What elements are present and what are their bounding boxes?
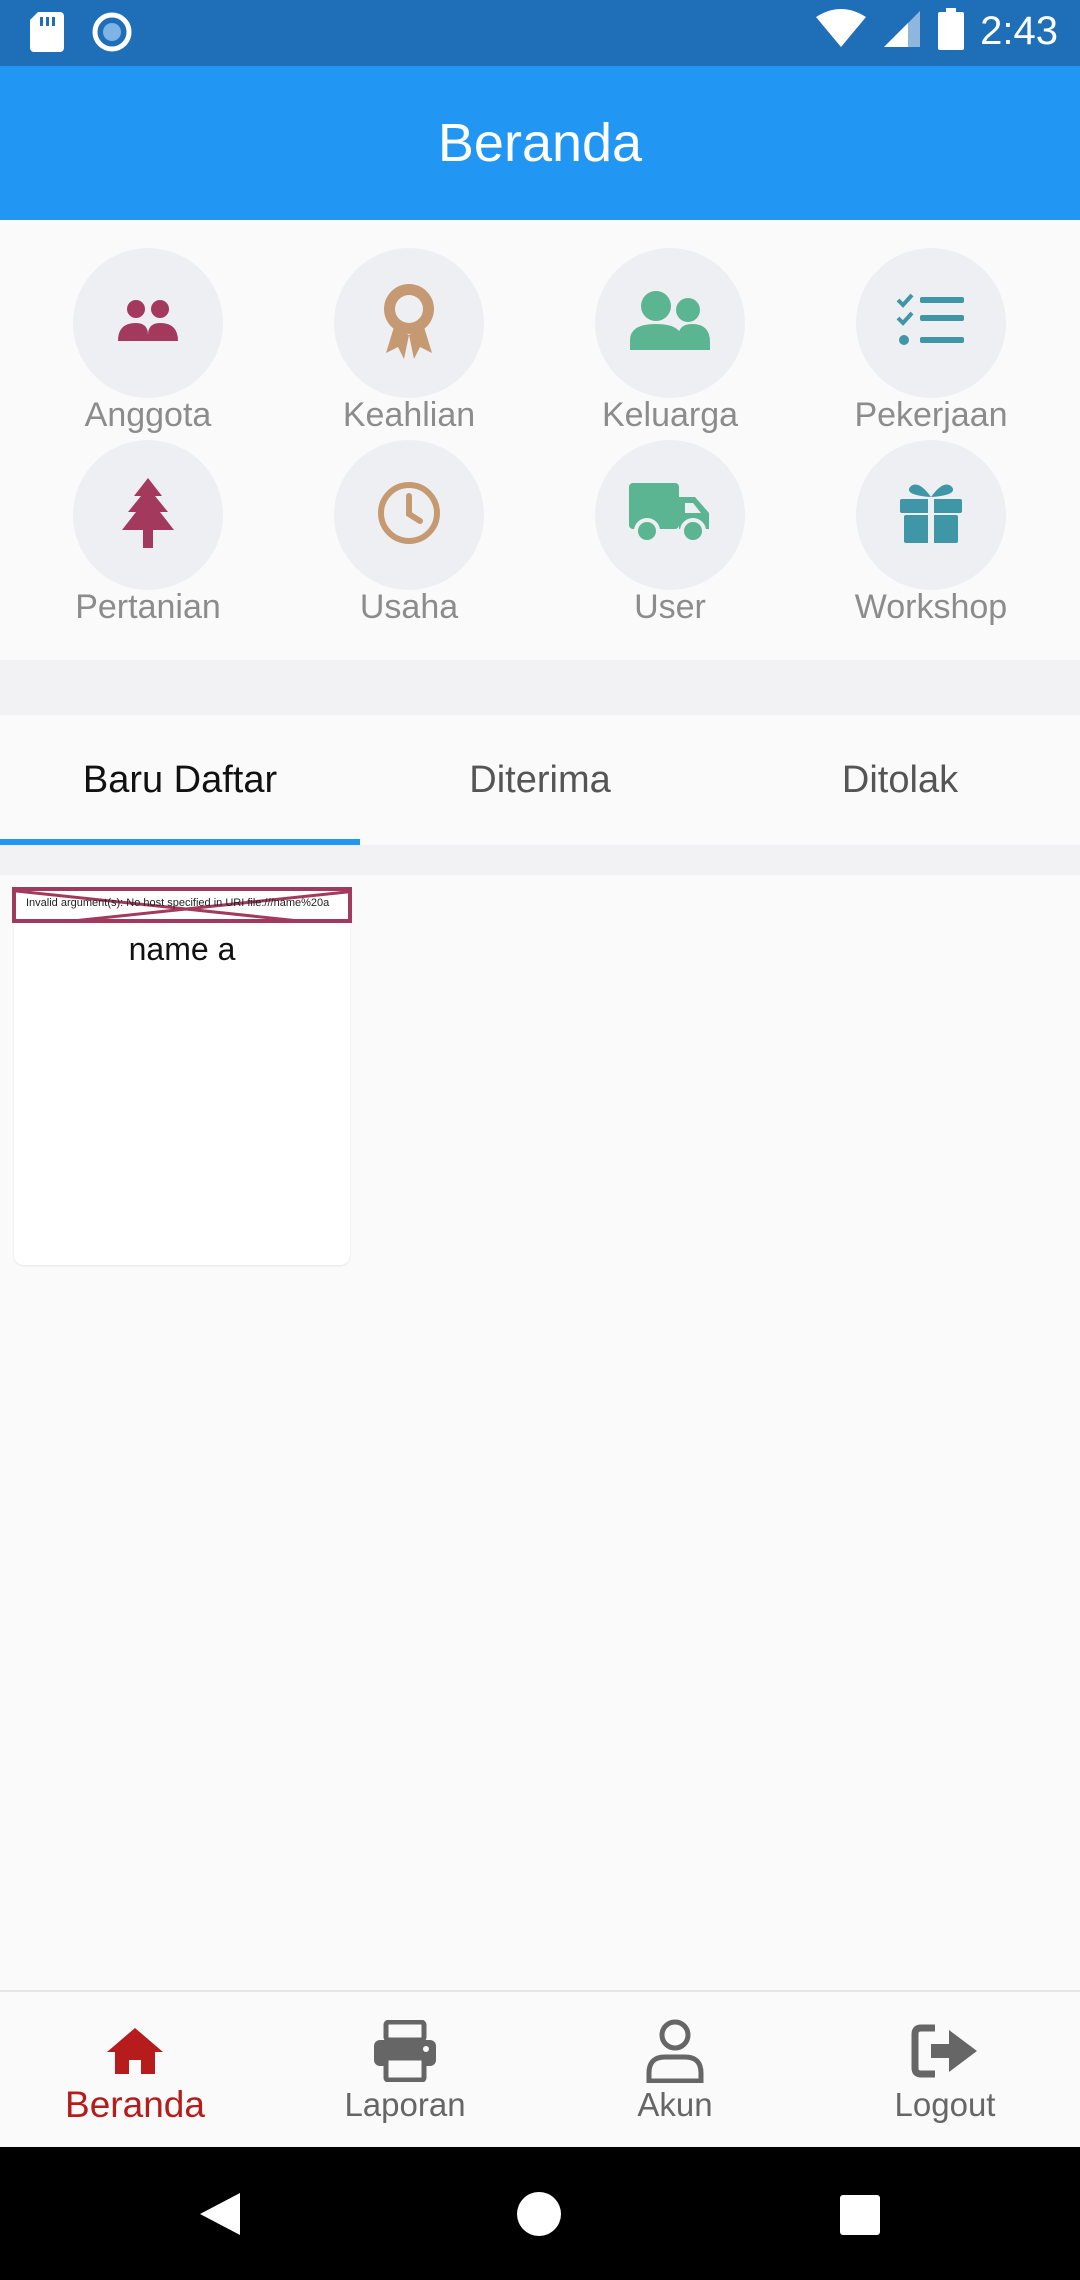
registrant-card[interactable]: Invalid argument(s): No host specified i… bbox=[12, 885, 352, 1265]
logout-icon bbox=[895, 2016, 995, 2086]
menu-label-pekerjaan: Pekerjaan bbox=[854, 396, 1008, 434]
nav-label: Logout bbox=[894, 2086, 996, 2123]
tree-icon bbox=[122, 477, 174, 553]
tab-label: Baru Daftar bbox=[82, 758, 278, 801]
bottom-navigation: Beranda Laporan Akun Logout bbox=[0, 1990, 1080, 2149]
nav-item-logout[interactable]: Logout bbox=[810, 1992, 1080, 2149]
tab-diterima[interactable]: Diterima bbox=[360, 715, 720, 845]
battery-icon bbox=[938, 8, 965, 55]
nav-item-akun[interactable]: Akun bbox=[540, 1992, 810, 2149]
signal-icon bbox=[882, 9, 922, 54]
nav-label: Akun bbox=[637, 2086, 713, 2123]
tab-label: Ditolak bbox=[841, 758, 959, 801]
registrant-name: name a bbox=[128, 931, 236, 967]
tab-bar: Baru Daftar Diterima Ditolak bbox=[0, 715, 1080, 845]
nav-label: Beranda bbox=[65, 2084, 205, 2125]
nav-label: Laporan bbox=[344, 2086, 466, 2123]
status-time: 2:43 bbox=[980, 9, 1058, 53]
menu-item-workshop[interactable]: Workshop bbox=[801, 440, 1061, 636]
menu-icon-circle bbox=[73, 440, 223, 590]
app-bar: Beranda bbox=[0, 66, 1080, 220]
sync-circle-icon bbox=[92, 12, 132, 57]
home-icon bbox=[85, 2016, 185, 2086]
menu-label-pertanian: Pertanian bbox=[75, 588, 221, 626]
home-circle-icon[interactable] bbox=[516, 2191, 562, 2242]
award-icon bbox=[382, 283, 436, 364]
registrant-list: Invalid argument(s): No host specified i… bbox=[0, 875, 1080, 1990]
menu-label-usaha: Usaha bbox=[359, 588, 459, 626]
menu-label-user: User bbox=[634, 588, 706, 626]
recents-square-icon[interactable] bbox=[838, 2193, 882, 2242]
menu-label-keluarga: Keluarga bbox=[601, 396, 739, 434]
menu-item-pertanian[interactable]: Pertanian bbox=[18, 440, 278, 636]
menu-item-user[interactable]: User bbox=[540, 440, 800, 636]
status-bar: 2:43 bbox=[0, 0, 1080, 66]
menu-icon-circle bbox=[334, 440, 484, 590]
tab-label: Diterima bbox=[469, 758, 611, 801]
people-icon bbox=[116, 299, 180, 348]
menu-item-keluarga[interactable]: Keluarga bbox=[540, 248, 800, 444]
tab-baru-daftar[interactable]: Baru Daftar bbox=[0, 715, 360, 845]
sd-card-icon bbox=[30, 12, 64, 57]
menu-icon-circle bbox=[856, 440, 1006, 590]
menu-label-workshop: Workshop bbox=[854, 588, 1008, 626]
menu-icon-circle bbox=[595, 248, 745, 398]
menu-item-anggota[interactable]: Anggota bbox=[18, 248, 278, 444]
printer-icon bbox=[355, 2016, 455, 2086]
menu-icon-circle bbox=[856, 248, 1006, 398]
menu-item-usaha[interactable]: Usaha bbox=[279, 440, 539, 636]
menu-grid: Anggota Keahlian Keluarga Pekerjaan Pert… bbox=[0, 220, 1080, 660]
gift-icon bbox=[898, 483, 964, 548]
menu-label-keahlian: Keahlian bbox=[342, 396, 476, 434]
menu-label-anggota: Anggota bbox=[84, 396, 212, 434]
system-navigation-bar bbox=[0, 2147, 1080, 2280]
wifi-icon bbox=[816, 9, 867, 54]
image-error-text: Invalid argument(s): No host specified i… bbox=[26, 897, 330, 909]
menu-icon-circle bbox=[595, 440, 745, 590]
tasks-icon bbox=[896, 293, 966, 354]
tab-ditolak[interactable]: Ditolak bbox=[720, 715, 1080, 845]
truck-icon bbox=[629, 481, 711, 550]
section-divider bbox=[0, 660, 1080, 715]
nav-item-laporan[interactable]: Laporan bbox=[270, 1992, 540, 2149]
family-icon bbox=[628, 290, 712, 357]
clock-icon bbox=[376, 480, 442, 551]
image-error-box: Invalid argument(s): No host specified i… bbox=[12, 887, 352, 923]
menu-item-pekerjaan[interactable]: Pekerjaan bbox=[801, 248, 1061, 444]
menu-icon-circle bbox=[73, 248, 223, 398]
page-title: Beranda bbox=[437, 113, 643, 173]
tab-bar-bottom-band bbox=[0, 845, 1080, 875]
menu-icon-circle bbox=[334, 248, 484, 398]
menu-item-keahlian[interactable]: Keahlian bbox=[279, 248, 539, 444]
back-icon[interactable] bbox=[196, 2191, 242, 2242]
user-icon bbox=[625, 2016, 725, 2086]
nav-item-beranda[interactable]: Beranda bbox=[0, 1992, 270, 2149]
